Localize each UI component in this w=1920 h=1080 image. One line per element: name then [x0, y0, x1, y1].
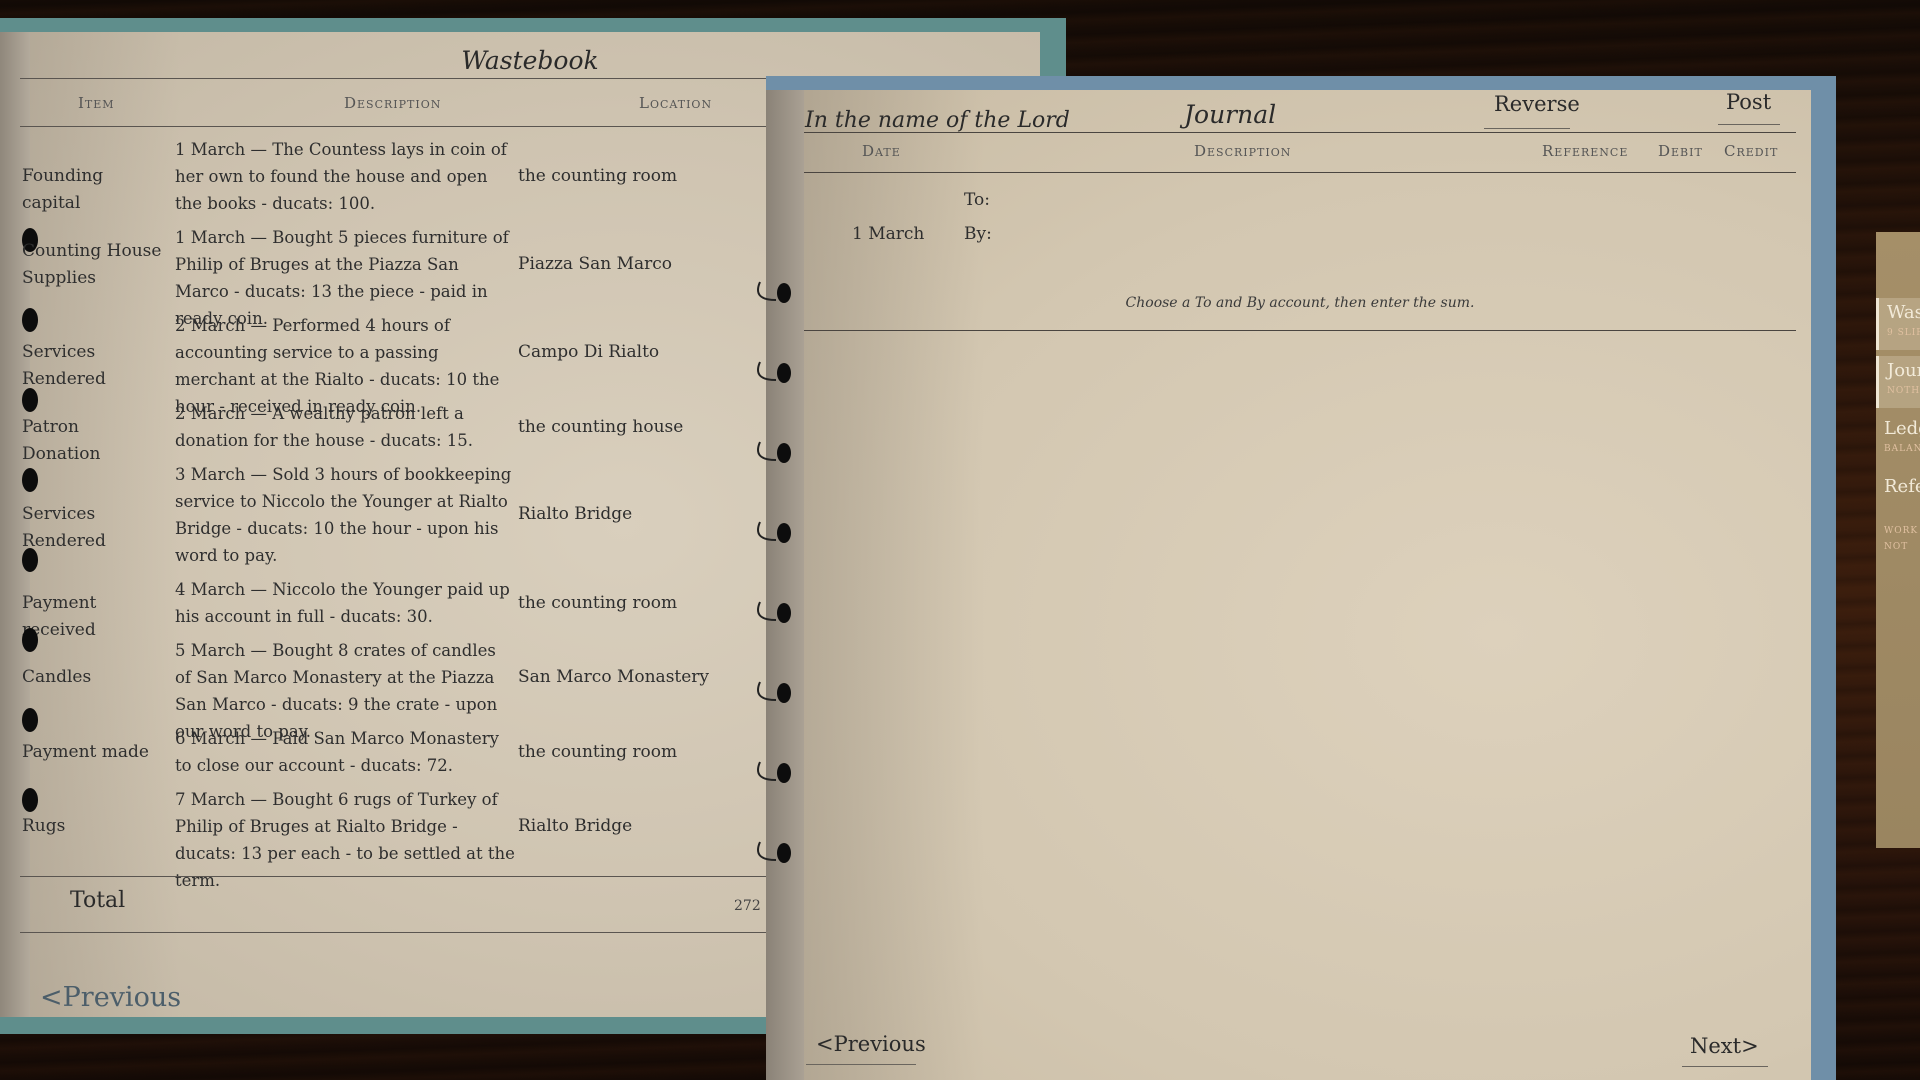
row-item: Founding capital — [22, 166, 104, 213]
row-item: Services Rendered — [22, 504, 106, 551]
tab-label: Journal — [1887, 360, 1920, 381]
reverse-button-underline — [1484, 128, 1570, 129]
previous-underline — [806, 1064, 916, 1065]
tab-work[interactable]: WORK NOT — [1876, 522, 1920, 574]
book-tabs: Wastebook 9 SLIPS Journal NOTHING Ledger… — [1876, 232, 1920, 848]
binder-ring-hole — [22, 308, 38, 332]
entry-date: 1 March — [852, 224, 925, 244]
row-location: Rialto Bridge — [518, 504, 633, 524]
binder-ring-hole — [22, 708, 38, 732]
tab-label: Wastebook — [1887, 302, 1920, 323]
row-description: 6 March — Paid San Marco Monastery to cl… — [175, 729, 499, 775]
tab-label: Ledger — [1884, 418, 1920, 439]
binder-ring-hole — [22, 628, 38, 652]
total-label: Total — [70, 888, 126, 913]
entry-bottom-rule — [804, 330, 1796, 331]
binder-ring — [757, 601, 791, 623]
column-header-credit: Credit — [1724, 142, 1779, 160]
tab-sublabel: NOTHING — [1887, 386, 1920, 396]
total-value: 272 — [734, 898, 761, 914]
post-button[interactable]: Post — [1726, 90, 1771, 114]
binder-ring — [757, 761, 791, 783]
column-header-debit: Debit — [1658, 142, 1703, 160]
entry-hint: Choose a To and By account, then enter t… — [1125, 295, 1475, 311]
binder-ring-hole — [22, 388, 38, 412]
wastebook-title: Wastebook — [461, 46, 599, 75]
row-location: the counting room — [518, 593, 678, 613]
journal-previous-button[interactable]: <Previous — [816, 1032, 926, 1056]
column-header-description: Description — [1194, 142, 1292, 160]
journal-next-button[interactable]: Next> — [1690, 1034, 1759, 1058]
row-item: Services Rendered — [22, 342, 106, 389]
column-header-date: Date — [862, 142, 901, 160]
row-description: 4 March — Niccolo the Younger paid up hi… — [175, 580, 510, 626]
row-item: Patron Donation — [22, 417, 101, 464]
wastebook-previous-button[interactable]: <Previous — [40, 982, 181, 1013]
row-location: San Marco Monastery — [518, 667, 710, 687]
row-location: Piazza San Marco — [518, 254, 673, 274]
row-description: 7 March — Bought 6 rugs of Turkey of Phi… — [175, 790, 515, 890]
tab-sublabel: BALANCE — [1884, 444, 1920, 454]
column-header-reference: Reference — [1542, 142, 1629, 160]
tab-wastebook[interactable]: Wastebook 9 SLIPS — [1876, 298, 1920, 350]
journal-invocation: In the name of the Lord — [805, 108, 1070, 133]
row-description: 1 March — The Countess lays in coin of h… — [175, 140, 507, 213]
binder-ring-hole — [22, 468, 38, 492]
row-item: Payment made — [22, 742, 149, 762]
column-header-description: Description — [344, 94, 442, 112]
binder-ring — [757, 521, 791, 543]
row-item: Payment received — [22, 593, 97, 640]
tab-reference[interactable]: Reference — [1876, 472, 1920, 524]
row-location: the counting room — [518, 166, 678, 186]
row-description: 3 March — Sold 3 hours of bookkeeping se… — [175, 465, 512, 565]
journal-column-rule — [804, 172, 1796, 173]
tab-sublabel: WORK — [1884, 526, 1919, 536]
row-location: the counting house — [518, 417, 684, 437]
binder-ring-hole — [22, 548, 38, 572]
journal-page: In the name of the Lord Journal Reverse … — [757, 90, 1811, 1080]
row-item: Candles — [22, 667, 92, 687]
tab-sublabel: 9 SLIPS — [1887, 328, 1920, 338]
tab-ledger[interactable]: Ledger BALANCE — [1876, 414, 1920, 466]
journal-title: Journal — [1184, 100, 1277, 129]
binder-ring — [757, 441, 791, 463]
binder-ring — [757, 281, 791, 303]
row-description: 2 March — A wealthy patron left a donati… — [175, 404, 474, 450]
by-account-field[interactable]: By: — [964, 224, 992, 244]
row-location: Campo Di Rialto — [518, 342, 660, 362]
to-account-field[interactable]: To: — [964, 190, 990, 210]
journal-book: In the name of the Lord Journal Reverse … — [757, 76, 1836, 1080]
row-item: Rugs — [22, 816, 66, 836]
reverse-button[interactable]: Reverse — [1494, 92, 1580, 116]
binder-ring — [757, 841, 791, 863]
row-item: Counting House Supplies — [22, 241, 162, 288]
binder-ring-hole — [22, 788, 38, 812]
tab-journal[interactable]: Journal NOTHING — [1876, 356, 1920, 408]
column-header-item: Item — [78, 94, 115, 112]
row-location: Rialto Bridge — [518, 816, 633, 836]
journal-spine — [766, 90, 804, 1080]
journal-header-rule — [804, 132, 1796, 133]
binder-ring — [757, 361, 791, 383]
row-location: the counting room — [518, 742, 678, 762]
post-button-underline — [1718, 124, 1780, 125]
next-underline — [1682, 1066, 1768, 1067]
tab-sublabel: NOT — [1884, 542, 1909, 552]
tab-label: Reference — [1884, 476, 1920, 497]
column-header-location: Location — [639, 94, 713, 112]
binder-ring — [757, 681, 791, 703]
